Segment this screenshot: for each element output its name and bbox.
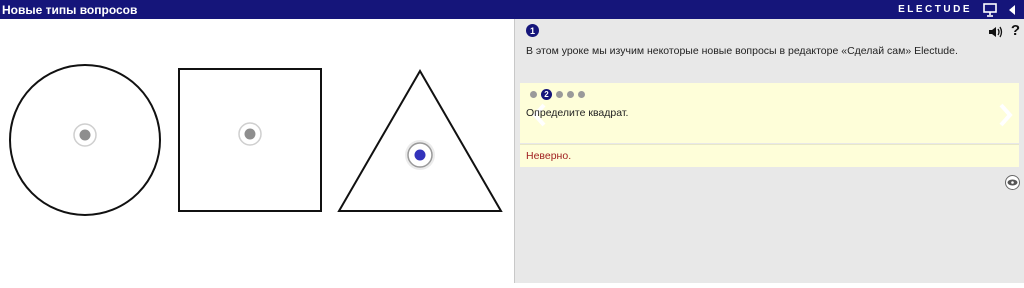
hotspot-triangle-selected[interactable] bbox=[405, 140, 435, 170]
page-dot-current[interactable]: 2 bbox=[541, 89, 552, 100]
answer-feedback: Неверно. bbox=[520, 144, 1019, 167]
speaker-icon[interactable] bbox=[988, 25, 1004, 39]
presentation-icon[interactable] bbox=[982, 2, 998, 18]
next-question-arrow-icon[interactable] bbox=[997, 103, 1013, 127]
feedback-text: Неверно. bbox=[526, 150, 572, 162]
page-dot-5[interactable] bbox=[578, 91, 585, 98]
shapes-svg bbox=[9, 64, 503, 216]
lesson-intro-text: В этом уроке мы изучим некоторые новые в… bbox=[526, 45, 958, 57]
page-dot-4[interactable] bbox=[567, 91, 574, 98]
help-icon[interactable]: ? bbox=[1011, 22, 1020, 39]
instruction-panel: 1 ? В этом уроке мы изучим некоторые нов… bbox=[515, 19, 1024, 283]
step-number-badge: 1 bbox=[526, 24, 539, 37]
question-prompt: Определите квадрат. bbox=[526, 107, 629, 119]
page-dot-1[interactable] bbox=[530, 91, 537, 98]
page-dot-3[interactable] bbox=[556, 91, 563, 98]
question-canvas bbox=[0, 19, 514, 283]
question-pagination: 2 bbox=[530, 89, 585, 100]
title-bar-actions: ELECTUDE bbox=[898, 0, 1020, 19]
back-arrow-icon[interactable] bbox=[1004, 2, 1020, 18]
title-bar: Новые типы вопросов ELECTUDE bbox=[0, 0, 1024, 19]
hotspot-square[interactable] bbox=[238, 122, 262, 146]
question-card: 2 Определите квадрат. bbox=[520, 83, 1019, 143]
hotspot-circle[interactable] bbox=[73, 123, 97, 147]
show-answer-eye-icon[interactable] bbox=[1005, 175, 1020, 190]
electude-logo: ELECTUDE bbox=[898, 4, 972, 15]
app-title: Новые типы вопросов bbox=[2, 2, 138, 17]
